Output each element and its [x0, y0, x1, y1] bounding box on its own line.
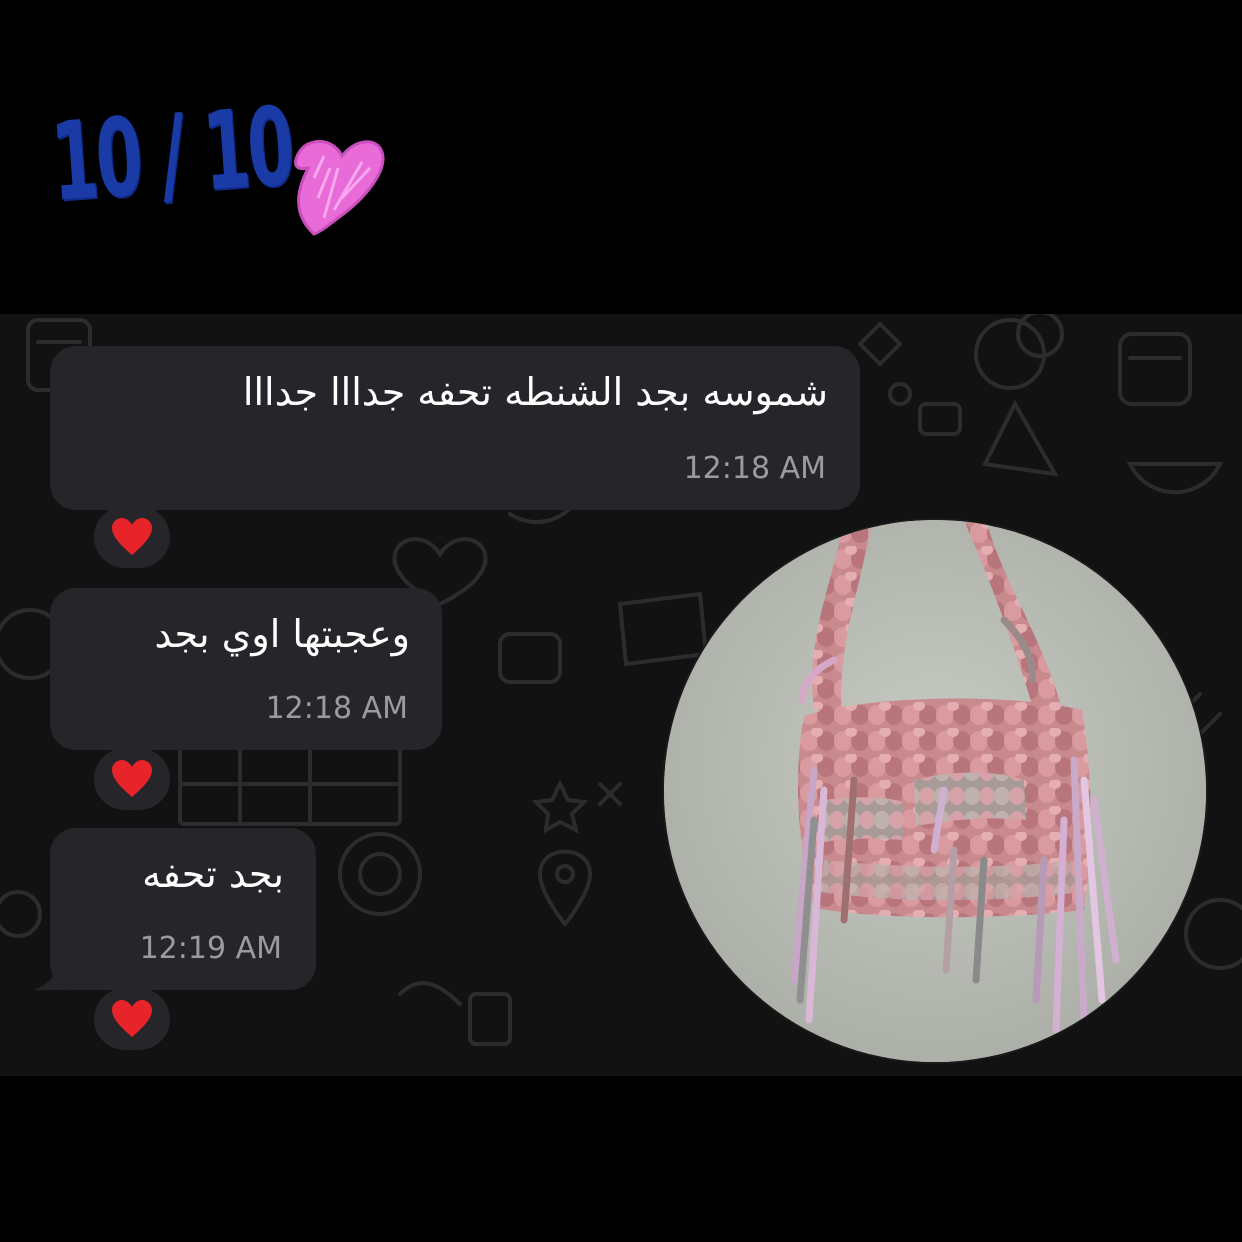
rating-text: 10 / 10: [47, 84, 296, 226]
red-heart-icon: [112, 760, 152, 797]
crochet-bag-illustration: [664, 520, 1206, 1062]
red-heart-icon: [112, 1000, 152, 1037]
message-timestamp: 12:18 AM: [265, 691, 408, 726]
message-bubble[interactable]: شموسه بجد الشنطه تحفه جدااا جدااا 12:18 …: [50, 346, 860, 510]
message-bubble[interactable]: وعجبتها اوي بجد 12:18 AM: [50, 588, 442, 750]
bubble-tail: [34, 954, 70, 990]
message-text: شموسه بجد الشنطه تحفه جدااا جدااا: [242, 370, 828, 414]
pink-heart-doodle-icon: [294, 139, 385, 236]
message-bubble[interactable]: بجد تحفه 12:19 AM: [50, 828, 316, 990]
heart-reaction[interactable]: [94, 988, 170, 1050]
heart-reaction[interactable]: [94, 506, 170, 568]
message-timestamp: 12:18 AM: [683, 451, 826, 486]
message-text: وعجبتها اوي بجد: [154, 612, 410, 656]
heart-reaction[interactable]: [94, 748, 170, 810]
message-timestamp: 12:19 AM: [139, 931, 282, 966]
message-text: بجد تحفه: [142, 852, 284, 896]
crochet-bag-photo[interactable]: [664, 520, 1206, 1062]
red-heart-icon: [112, 518, 152, 555]
